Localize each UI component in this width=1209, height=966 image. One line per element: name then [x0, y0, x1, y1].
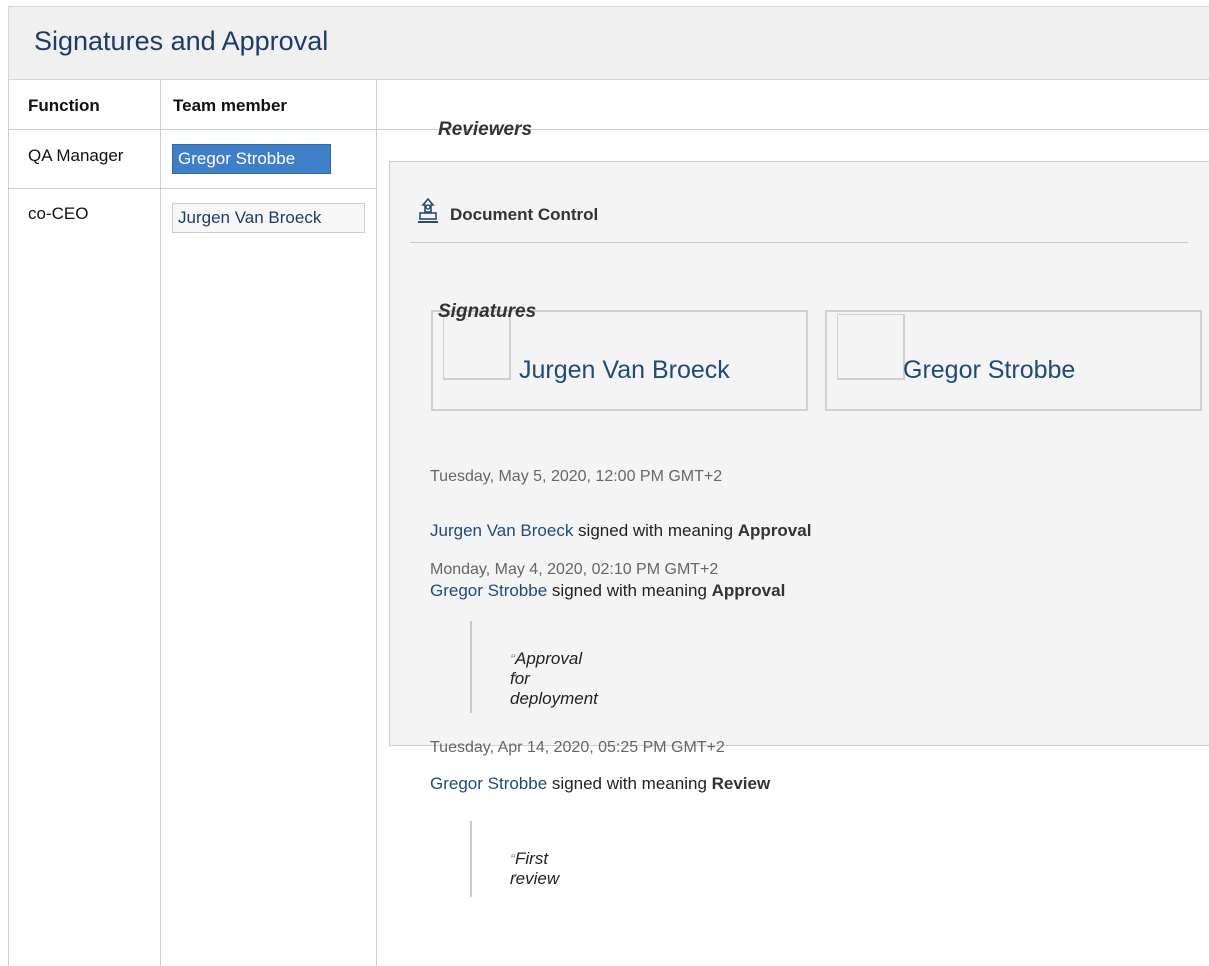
avatar — [443, 314, 511, 380]
signature-date: Monday, May 4, 2020, 02:10 PM GMT+2 — [430, 561, 719, 578]
document-control-panel: Document Control Reviewers Jurgen Van Br… — [389, 119, 1209, 897]
comment-body: First review — [510, 849, 560, 888]
stamp-icon — [418, 198, 438, 223]
page-title: Signatures and Approval — [34, 26, 329, 56]
column-header-function: Function — [28, 96, 100, 115]
table-divider — [376, 80, 377, 966]
section-header: Signatures and Approval — [8, 6, 1209, 80]
signature-text: signed with meaning — [573, 521, 738, 540]
team-member-button[interactable]: Gregor Strobbe — [172, 144, 331, 174]
signature-comment: “First review ” — [470, 821, 559, 897]
reviewer-name[interactable]: Gregor Strobbe — [903, 356, 1075, 385]
table-divider — [160, 80, 161, 966]
page: Signatures and Approval Function Team me… — [8, 6, 1209, 966]
panel-title: Document Control — [450, 205, 599, 224]
table-cell-function: co-CEO — [28, 204, 89, 223]
team-member-button[interactable]: Jurgen Van Broeck — [172, 203, 365, 233]
reviewer-card[interactable]: Gregor Strobbe — [825, 310, 1202, 411]
signature-meaning: Review — [711, 774, 771, 793]
signature-text: signed with meaning — [547, 774, 712, 793]
signature-entry: Gregor Strobbe signed with meaning Appro… — [430, 581, 785, 601]
signatures-heading: Signatures — [438, 301, 537, 322]
signature-text: signed with meaning — [547, 581, 712, 600]
signature-entry: Gregor Strobbe signed with meaning Revie… — [430, 774, 770, 794]
signer-link[interactable]: Gregor Strobbe — [430, 774, 547, 793]
comment-body: Approval for deployment — [510, 649, 598, 708]
reviewer-name[interactable]: Jurgen Van Broeck — [519, 356, 730, 385]
quote-close: ” — [512, 671, 517, 686]
comment-text: “First review — [510, 849, 559, 889]
quote-close: ” — [512, 871, 517, 886]
table-divider — [8, 80, 9, 966]
signature-date: Tuesday, Apr 14, 2020, 05:25 PM GMT+2 — [430, 739, 725, 756]
column-header-team-member: Team member — [173, 96, 288, 115]
signature-meaning: Approval — [737, 521, 812, 540]
signer-link[interactable]: Jurgen Van Broeck — [430, 521, 573, 540]
reviewers-heading: Reviewers — [438, 119, 533, 140]
table-divider — [8, 129, 1209, 130]
signature-comment: “Approval for deployment ” — [470, 621, 598, 713]
panel-header: Document Control — [410, 198, 1188, 243]
signature-date: Tuesday, May 5, 2020, 12:00 PM GMT+2 — [430, 468, 723, 485]
comment-text: “Approval for deployment — [510, 649, 598, 709]
table-divider — [8, 188, 376, 189]
signer-link[interactable]: Gregor Strobbe — [430, 581, 547, 600]
reviewer-card[interactable]: Jurgen Van Broeck — [431, 310, 808, 411]
signature-meaning: Approval — [711, 581, 786, 600]
signature-entry: Jurgen Van Broeck signed with meaning Ap… — [430, 521, 811, 541]
avatar — [837, 314, 905, 380]
table-cell-function: QA Manager — [28, 146, 124, 165]
